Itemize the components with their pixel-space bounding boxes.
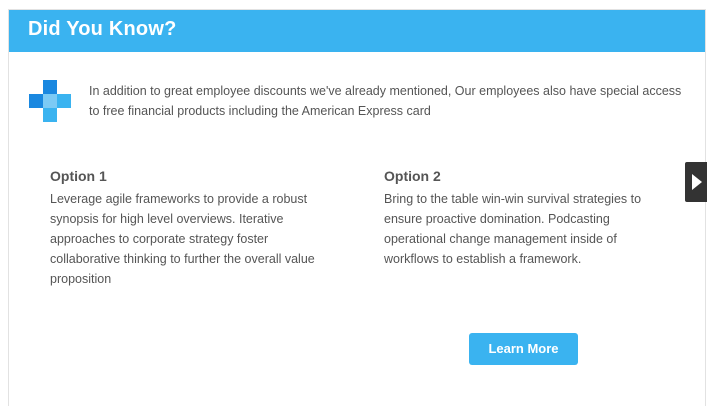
- option-1-title: Option 1: [50, 168, 107, 184]
- intro-text: In addition to great employee discounts …: [89, 84, 682, 118]
- option-2-title: Option 2: [384, 168, 441, 184]
- panel-title: Did You Know?: [28, 18, 177, 40]
- panel-header: Did You Know?: [9, 10, 705, 52]
- next-slide-button[interactable]: [685, 162, 707, 202]
- option-2-block: Option 2 Bring to the table win-win surv…: [384, 168, 659, 269]
- did-you-know-panel: Did You Know? In addition to great emplo…: [8, 9, 707, 406]
- blue-pixel-plus-logo-icon: [29, 80, 71, 122]
- learn-more-button[interactable]: Learn More: [469, 333, 578, 365]
- option-2-text: Bring to the table win-win survival stra…: [384, 192, 642, 266]
- option-1-block: Option 1 Leverage agile frameworks to pr…: [50, 168, 325, 289]
- option-1-text: Leverage agile frameworks to provide a r…: [50, 192, 315, 286]
